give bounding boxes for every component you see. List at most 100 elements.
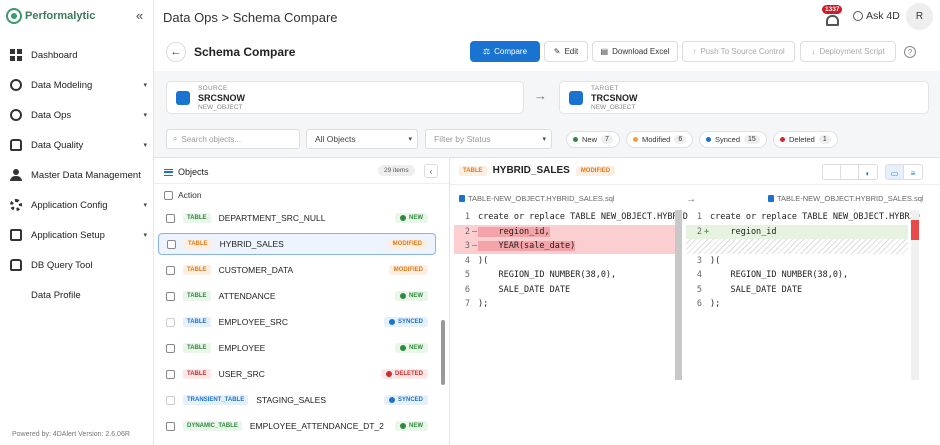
unified-view-icon[interactable]: ≡ [904, 165, 922, 179]
sidebar-item-data-ops[interactable]: Data Ops ▾ [0, 100, 154, 130]
object-name: ATTENDANCE [218, 291, 276, 301]
sidebar-item-data-quality[interactable]: Data Quality ▾ [0, 130, 154, 160]
chip-modified[interactable]: Modified 6 [626, 131, 694, 148]
object-type-tag: TABLE [184, 239, 212, 249]
left-code-pane[interactable]: 1 create or replace TABLE NEW_OBJECT.HYBR… [454, 210, 688, 312]
collapse-panel-button[interactable]: ‹ [424, 164, 438, 178]
row-checkbox[interactable] [166, 291, 175, 301]
object-type-tag: TABLE [183, 265, 211, 275]
status-label: SYNCED [397, 319, 423, 325]
code-text: create or replace TABLE NEW_OBJECT.HYBRI… [478, 212, 688, 222]
status-filter-select[interactable]: Filter by Status ▾ [425, 129, 552, 149]
contrast-icon[interactable]: ◐ [859, 165, 877, 179]
compare-button[interactable]: ⚖ Compare [470, 41, 540, 62]
sidebar-item-data-modeling[interactable]: Data Modeling ▾ [0, 70, 154, 100]
sidebar-item-label: Dashboard [31, 49, 78, 61]
code-text: SALE_DATE DATE [710, 284, 803, 295]
list-item[interactable]: TABLE EMPLOYEE NEW [158, 337, 436, 359]
diff-minimap[interactable] [911, 210, 919, 380]
line-number: 5 [696, 284, 702, 295]
view-button[interactable] [823, 165, 841, 179]
line-number: 7 [464, 299, 470, 309]
avatar[interactable]: R [906, 3, 933, 30]
line-number: 5 [464, 270, 470, 280]
quality-icon [10, 139, 22, 151]
collapse-sidebar-icon[interactable]: « [136, 8, 143, 23]
code-line-removed: 2— region_id, [454, 224, 676, 239]
row-checkbox[interactable] [166, 213, 175, 223]
arrow-right-icon: → [686, 194, 696, 205]
push-label: Push To Source Control [700, 47, 785, 56]
select-all-checkbox[interactable] [164, 190, 173, 200]
chip-label: Synced [715, 135, 741, 144]
sidebar-item-mdm[interactable]: Master Data Management [0, 160, 154, 190]
sidebar-item-dashboard[interactable]: Dashboard [0, 40, 154, 70]
scrollbar[interactable] [441, 320, 445, 385]
row-checkbox[interactable] [166, 395, 175, 405]
sidebar-item-data-profile[interactable]: Data Profile [0, 280, 154, 310]
dashboard-icon [10, 49, 22, 61]
view-button[interactable] [841, 165, 859, 179]
list-item[interactable]: TRANSIENT_TABLE STAGING_SALES SYNCED [158, 389, 436, 411]
plus-icon [400, 215, 406, 221]
search-input[interactable]: ⌕ Search objects... [166, 129, 300, 149]
code-text: region_id, [478, 226, 550, 237]
deployment-script-button[interactable]: ↓ Deployment Script [800, 41, 896, 62]
chip-synced[interactable]: Synced 15 [699, 131, 767, 148]
object-type-select[interactable]: All Objects ▾ [306, 129, 418, 149]
search-icon: ⌕ [173, 134, 178, 143]
code-text: REGION_ID NUMBER(38,0), [710, 270, 849, 280]
right-file-name: TABLE-NEW_OBJECT.HYBRID_SALES.sql [777, 194, 924, 203]
help-icon[interactable]: ? [904, 46, 916, 58]
download-icon: ↓ [811, 47, 816, 56]
status-badge: MODIFIED [388, 265, 428, 275]
chip-new[interactable]: New 7 [566, 131, 620, 148]
row-checkbox[interactable] [166, 317, 175, 327]
chip-label: Deleted [789, 135, 815, 144]
chip-deleted[interactable]: Deleted 1 [773, 131, 838, 148]
object-name: EMPLOYEE_ATTENDANCE_DT_2 [249, 421, 384, 431]
download-excel-button[interactable]: ▤ Download Excel [592, 41, 678, 62]
notifications-button[interactable]: 1337 [822, 5, 844, 27]
status-label: MODIFIED [393, 267, 423, 273]
sidebar-item-app-config[interactable]: Application Config ▾ [0, 190, 154, 220]
code-line: 5 REGION_ID NUMBER(38,0), [454, 268, 676, 283]
sidebar-nav: Dashboard Data Modeling ▾ Data Ops ▾ Data … [0, 40, 154, 310]
left-scrollbar[interactable] [675, 210, 682, 380]
list-item[interactable]: DYNAMIC_TABLE EMPLOYEE_ATTENDANCE_DT_2 N… [158, 415, 436, 437]
list-item[interactable]: TABLE EMPLOYEE_SRC SYNCED [158, 311, 436, 333]
logo[interactable]: Performalytic [6, 8, 95, 24]
row-checkbox[interactable] [166, 343, 175, 353]
status-label: MODIFIED [392, 241, 422, 247]
list-item[interactable]: TABLE CUSTOMER_DATA MODIFIED [158, 259, 436, 281]
list-item[interactable]: TABLE DEPARTMENT_SRC_NULL NEW [158, 207, 436, 229]
source-name: SRCSNOW [198, 93, 245, 103]
select-all-row[interactable]: Action [154, 184, 449, 206]
back-button[interactable]: ← [166, 42, 186, 62]
status-badge: MODIFIED [575, 165, 616, 176]
target-name: TRCSNOW [591, 93, 638, 103]
right-code-pane[interactable]: 1 create or replace TABLE NEW_OBJECT.HYBR… [686, 210, 920, 312]
right-file-label: TABLE-NEW_OBJECT.HYBRID_SALES.sql [768, 194, 924, 203]
list-item[interactable]: TABLE USER_SRC DELETED [158, 363, 436, 385]
sidebar-item-db-query[interactable]: DB Query Tool [0, 250, 154, 280]
row-checkbox[interactable] [166, 369, 175, 379]
plus-icon [400, 293, 406, 299]
file-icon [768, 195, 774, 202]
line-number: 2 [696, 226, 702, 237]
gear-icon [10, 199, 22, 211]
sidebar-item-app-setup[interactable]: Application Setup ▾ [0, 220, 154, 250]
file-icon: ▤ [600, 47, 609, 56]
row-checkbox[interactable] [166, 421, 175, 431]
list-item[interactable]: TABLE ATTENDANCE NEW [158, 285, 436, 307]
edit-button[interactable]: ✎ Edit [544, 41, 588, 62]
mdm-icon [10, 169, 22, 181]
row-checkbox[interactable] [167, 239, 176, 249]
ask-4d-button[interactable]: Ask 4D [853, 10, 900, 22]
push-source-control-button[interactable]: ↑ Push To Source Control [682, 41, 795, 62]
row-checkbox[interactable] [166, 265, 175, 275]
status-badge: SYNCED [383, 395, 428, 405]
list-item-selected[interactable]: TABLE HYBRID_SALES MODIFIED [158, 233, 436, 255]
split-view-icon[interactable]: ▭ [886, 165, 904, 179]
target-label: TARGET [591, 85, 619, 92]
